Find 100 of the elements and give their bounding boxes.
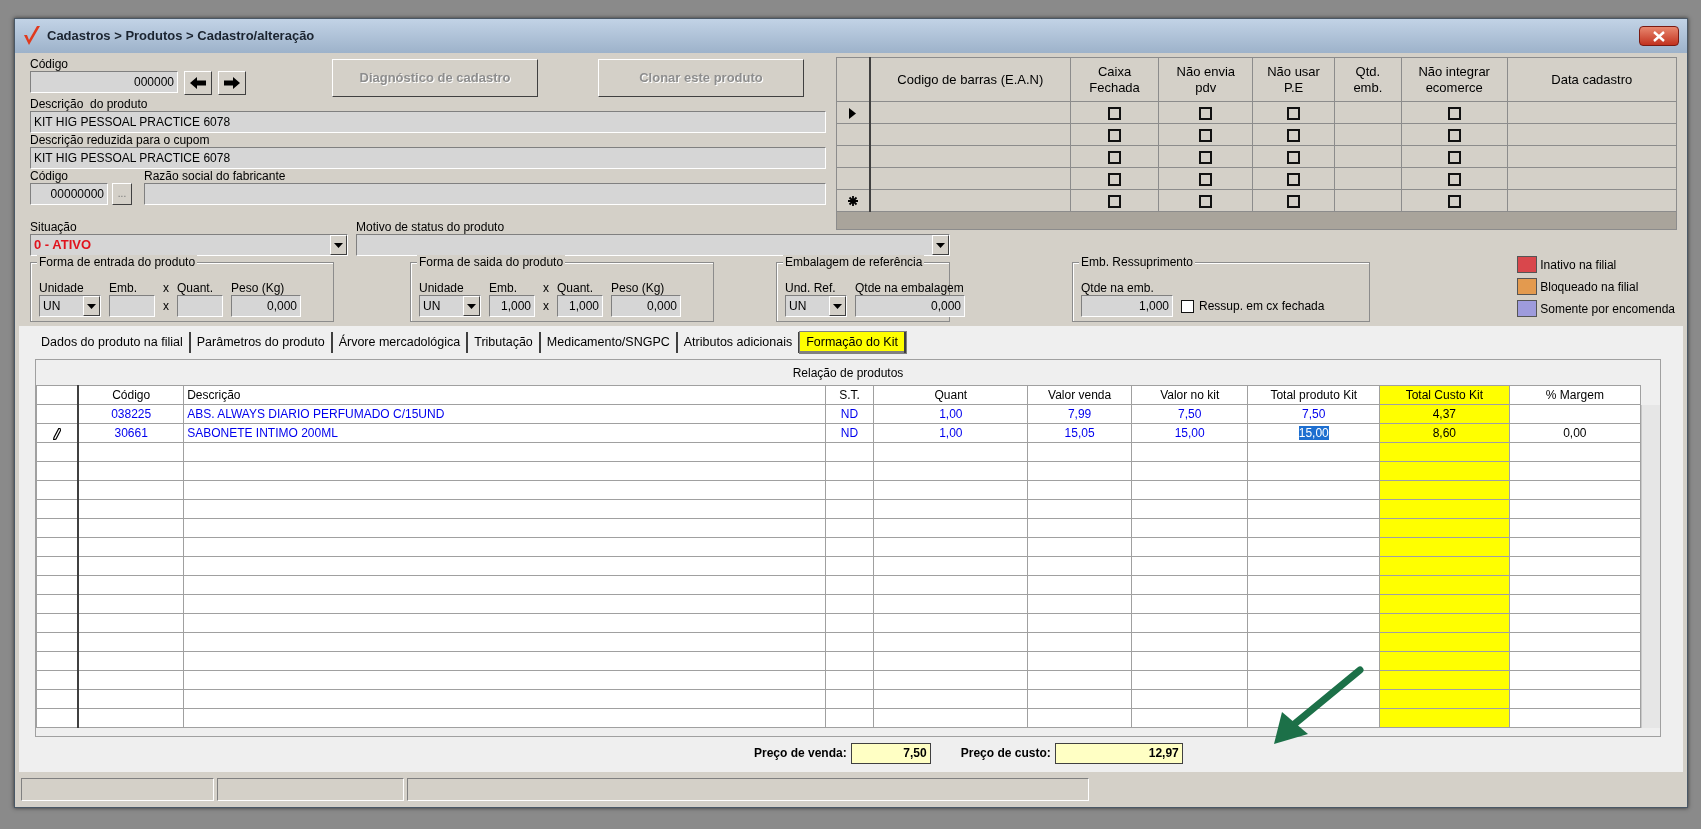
checkbox[interactable] [1287,194,1301,208]
checkbox[interactable] [1447,172,1461,186]
unit-dropdown[interactable]: UN [419,295,481,317]
field-label: Qtde na emb. [1081,281,1155,295]
table-cell[interactable]: 1,00 [939,406,963,421]
checkbox[interactable] [1108,172,1122,186]
input-field[interactable]: 0,000 [611,295,681,317]
checkbox[interactable] [1447,106,1461,120]
checkbox[interactable] [1199,128,1213,142]
status-reason-dropdown[interactable] [356,234,950,256]
unit-dropdown[interactable]: UN [785,295,847,317]
short-description-field[interactable]: KIT HIG PESSOAL PRACTICE 6078 [30,147,826,169]
column-header: Codigo de barras (E.A.N) [869,57,1071,102]
table-cell[interactable]: 15,00 [1298,425,1329,440]
arrow-left-icon [189,76,207,90]
checkbox[interactable] [1199,150,1213,164]
column-header: Caixa Fechada [1070,57,1159,102]
table-cell[interactable]: 8,60 [1432,425,1457,440]
column-header: Valor no kit [1131,385,1248,405]
description-field[interactable]: KIT HIG PESSOAL PRACTICE 6078 [30,111,826,133]
input-field[interactable]: 1,000 [1081,295,1173,317]
field-label: Peso (Kg) [231,281,286,295]
column-header: Total produto Kit [1247,385,1380,405]
checkbox[interactable] [1181,299,1194,313]
checkbox[interactable] [1287,106,1301,120]
input-field[interactable]: 0,000 [855,295,965,317]
checkbox[interactable] [1199,172,1213,186]
multiply-sign: x [163,298,169,315]
table-cell[interactable]: 7,50 [1302,406,1326,421]
checkbox[interactable] [1108,128,1122,142]
checkbox[interactable] [1287,128,1301,142]
scrollbar[interactable] [1641,405,1660,729]
checkbox[interactable] [1287,172,1301,186]
pencil-icon [53,427,62,440]
table-cell[interactable]: SABONETE INTIMO 200ML [187,425,338,440]
checkbox[interactable] [1199,106,1213,120]
tab[interactable]: Medicamento/SNGPC [540,332,678,353]
column-header: Não envia pdv [1158,57,1253,102]
row-header[interactable] [836,145,870,168]
input-field[interactable]: 1,000 [557,295,603,317]
field-label: Código [30,57,70,71]
column-header: Total Custo Kit [1379,385,1510,405]
row-header[interactable] [836,123,870,146]
field-label: Qtde na embalagem [855,281,965,295]
legend-label: Bloqueado na filial [1540,279,1639,294]
field-label: Situação [30,220,78,234]
group-title: Emb. Ressuprimento [1079,255,1196,270]
checkbox[interactable] [1108,106,1122,120]
legend-label: Inativo na filial [1540,257,1617,272]
manufacturer-name-field[interactable] [144,183,826,205]
checkbox[interactable] [1447,194,1461,208]
table-cell[interactable]: 1,00 [939,425,963,440]
cost-price-field[interactable]: 12,97 [1054,743,1183,764]
field-label: Quant. [177,281,215,295]
tab[interactable]: Formação do Kit [800,332,906,353]
manufacturer-code-field[interactable]: 00000000 [30,183,108,205]
column-header: Não usar P.E [1252,57,1335,102]
input-field[interactable]: 0,000 [231,295,301,317]
row-header[interactable] [836,189,870,212]
table-cell[interactable]: 15,00 [1174,425,1205,440]
previous-button[interactable] [184,71,212,95]
sale-price-field[interactable]: 7,50 [850,743,931,764]
column-header: % Margem [1509,385,1641,405]
multiply-sign: x [543,298,549,315]
column-header: Código [78,385,184,405]
row-header[interactable] [836,101,870,124]
code-field[interactable]: 000000 [30,71,178,93]
checkbox[interactable] [1108,150,1122,164]
column-header: Data cadastro [1507,57,1677,102]
table-cell[interactable]: 0,00 [1563,425,1587,440]
caret-icon [334,242,343,248]
table-cell[interactable]: 7,99 [1067,406,1092,421]
close-button[interactable] [1639,26,1679,46]
unit-dropdown[interactable]: UN [39,295,101,317]
input-field[interactable] [177,295,223,317]
row-header[interactable] [836,167,870,190]
arrow-right-icon [223,76,241,90]
tab[interactable]: Árvore mercadológica [332,332,469,353]
input-field[interactable] [109,295,155,317]
checkbox[interactable] [1287,150,1301,164]
checkbox[interactable] [1108,194,1122,208]
table-cell[interactable]: 7,50 [1178,406,1202,421]
logo-icon [23,25,41,47]
next-button[interactable] [218,71,246,95]
legend-label: Somente por encomenda [1540,301,1675,316]
tab[interactable]: Tributação [468,332,541,353]
field-label: Peso (Kg) [611,281,666,295]
column-header: Não integrar ecomerce [1401,57,1508,102]
checkbox[interactable] [1447,150,1461,164]
group-title: Embalagem de referência [783,255,925,270]
input-field[interactable]: 1,000 [489,295,535,317]
tab[interactable]: Dados do produto na filial [35,332,191,353]
field-label: Descrição reduzida para o cupom [30,133,211,147]
checkbox[interactable] [1447,128,1461,142]
table-cell[interactable]: 4,37 [1432,406,1457,421]
tab[interactable]: Parâmetros do produto [190,332,333,353]
checkbox-label: Ressup. em cx fechada [1199,299,1325,313]
checkbox[interactable] [1199,194,1213,208]
field-label: Unidade [419,281,465,295]
multiply-sign: x [163,281,169,295]
